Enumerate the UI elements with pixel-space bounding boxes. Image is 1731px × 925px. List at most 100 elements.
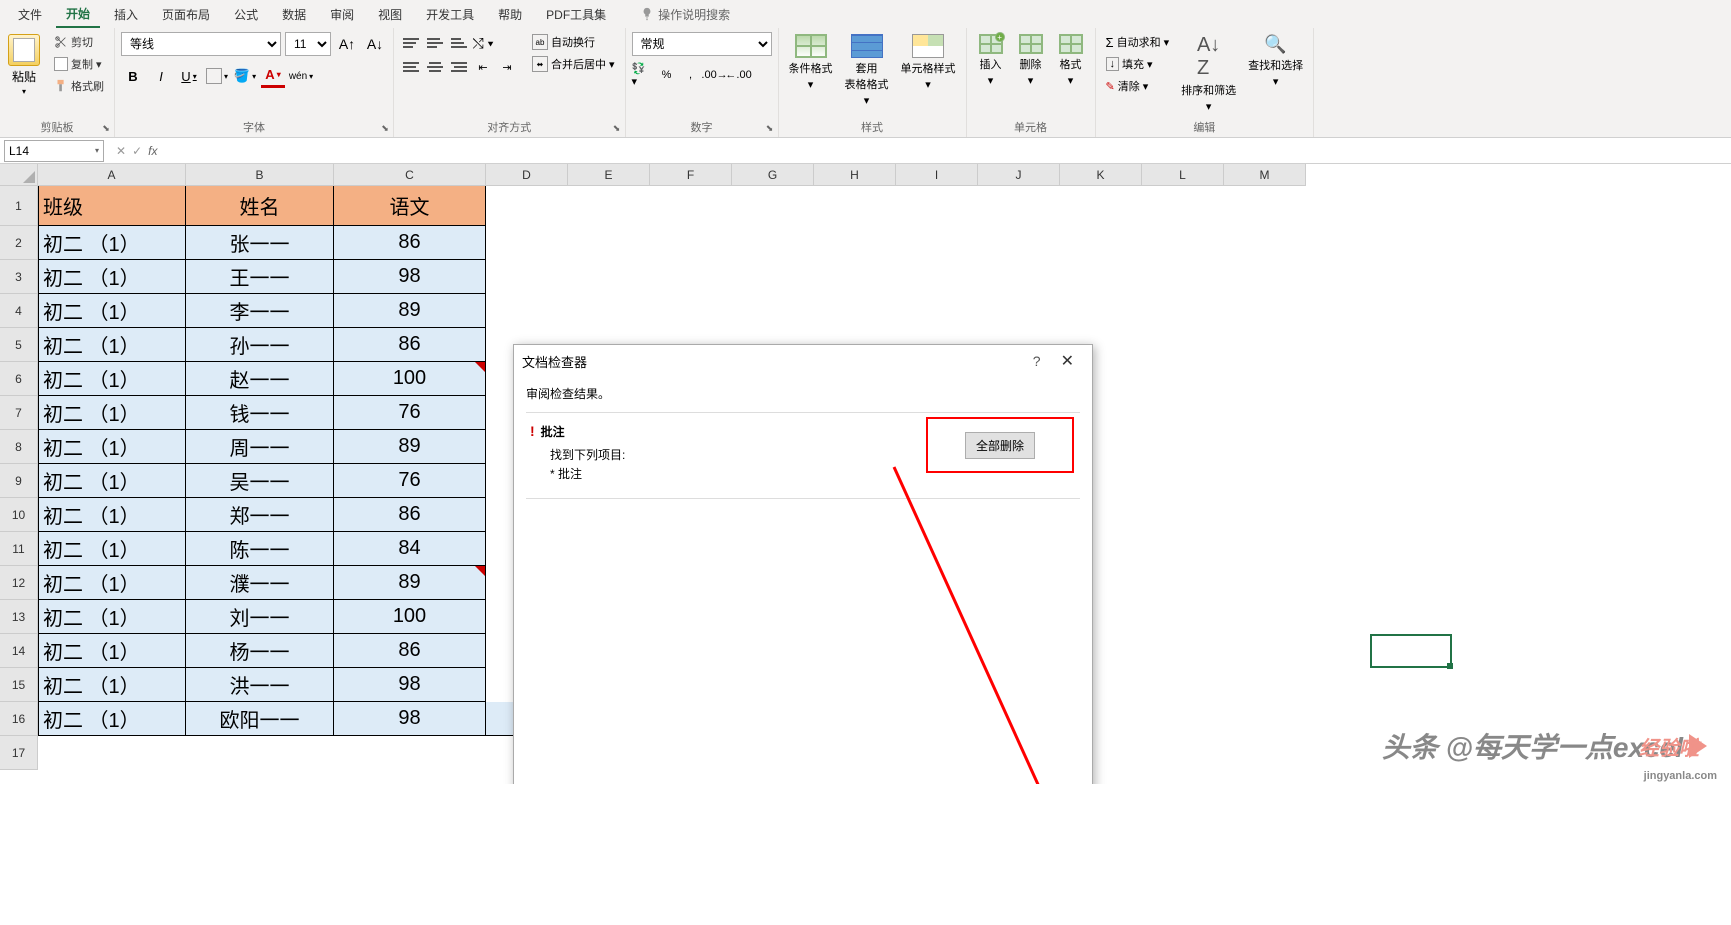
row-header[interactable]: 15 bbox=[0, 668, 38, 702]
row-header[interactable]: 11 bbox=[0, 532, 38, 566]
format-cells-button[interactable]: 格式▾ bbox=[1053, 32, 1089, 117]
row-header[interactable]: 17 bbox=[0, 736, 38, 770]
cell[interactable]: 84 bbox=[334, 532, 486, 566]
fx-icon[interactable]: fx bbox=[148, 144, 157, 158]
increase-indent-button[interactable]: ⇥ bbox=[496, 56, 518, 78]
row-header[interactable]: 4 bbox=[0, 294, 38, 328]
dialog-close-button[interactable]: ✕ bbox=[1051, 351, 1084, 371]
table-header-cell[interactable]: 姓名 bbox=[186, 186, 334, 226]
align-bottom-button[interactable] bbox=[448, 32, 470, 54]
cell[interactable]: 赵一一 bbox=[186, 362, 334, 396]
cell[interactable]: 初二 （1） bbox=[38, 362, 186, 396]
clear-button[interactable]: 清除 ▾ bbox=[1102, 76, 1174, 96]
cut-button[interactable]: 剪切 bbox=[50, 32, 108, 52]
row-header[interactable]: 7 bbox=[0, 396, 38, 430]
column-header[interactable]: L bbox=[1142, 164, 1224, 186]
menu-data[interactable]: 数据 bbox=[272, 2, 316, 27]
cell[interactable]: 初二 （1） bbox=[38, 634, 186, 668]
cell-styles-button[interactable]: 单元格样式▾ bbox=[897, 32, 960, 117]
column-header[interactable]: M bbox=[1224, 164, 1306, 186]
cell[interactable]: 王一一 bbox=[186, 260, 334, 294]
row-header[interactable]: 12 bbox=[0, 566, 38, 600]
insert-cells-button[interactable]: +插入▾ bbox=[973, 32, 1009, 117]
row-header[interactable]: 5 bbox=[0, 328, 38, 362]
menu-help[interactable]: 帮助 bbox=[488, 2, 532, 27]
column-header[interactable]: I bbox=[896, 164, 978, 186]
cell[interactable]: 刘一一 bbox=[186, 600, 334, 634]
cell[interactable]: 初二 （1） bbox=[38, 260, 186, 294]
alignment-dialog-launcher[interactable]: ⬊ bbox=[611, 123, 623, 135]
align-center-button[interactable] bbox=[424, 56, 446, 78]
column-header[interactable]: E bbox=[568, 164, 650, 186]
dialog-titlebar[interactable]: 文档检查器 ? ✕ bbox=[514, 345, 1092, 377]
cell[interactable]: 洪一一 bbox=[186, 668, 334, 702]
font-dialog-launcher[interactable]: ⬊ bbox=[379, 123, 391, 135]
font-name-select[interactable]: 等线 bbox=[121, 32, 281, 56]
border-button[interactable] bbox=[205, 64, 229, 88]
cell[interactable]: 初二 （1） bbox=[38, 566, 186, 600]
number-dialog-launcher[interactable]: ⬊ bbox=[764, 123, 776, 135]
format-as-table-button[interactable]: 套用 表格格式▾ bbox=[841, 32, 893, 117]
name-box[interactable]: L14▾ bbox=[4, 140, 104, 162]
cell[interactable]: 李一一 bbox=[186, 294, 334, 328]
italic-button[interactable]: I bbox=[149, 64, 173, 88]
clipboard-dialog-launcher[interactable]: ⬊ bbox=[100, 123, 112, 135]
menu-developer[interactable]: 开发工具 bbox=[416, 2, 484, 27]
font-size-select[interactable]: 11 bbox=[285, 32, 331, 56]
row-header[interactable]: 9 bbox=[0, 464, 38, 498]
accounting-format-button[interactable]: 💱 ▾ bbox=[632, 64, 654, 86]
align-top-button[interactable] bbox=[400, 32, 422, 54]
row-header[interactable]: 14 bbox=[0, 634, 38, 668]
column-header[interactable]: J bbox=[978, 164, 1060, 186]
cell[interactable]: 陈一一 bbox=[186, 532, 334, 566]
formula-input[interactable] bbox=[165, 140, 1731, 162]
cell[interactable]: 89 bbox=[334, 430, 486, 464]
column-header[interactable]: K bbox=[1060, 164, 1142, 186]
cell[interactable]: 钱一一 bbox=[186, 396, 334, 430]
cell[interactable]: 杨一一 bbox=[186, 634, 334, 668]
column-header[interactable]: F bbox=[650, 164, 732, 186]
cell[interactable]: 张一一 bbox=[186, 226, 334, 260]
cell[interactable]: 初二 （1） bbox=[38, 532, 186, 566]
cell[interactable]: 98 bbox=[334, 702, 486, 736]
table-header-cell[interactable]: 班级 bbox=[38, 186, 186, 226]
fill-color-button[interactable]: 🪣 bbox=[233, 64, 257, 88]
number-format-select[interactable]: 常规 bbox=[632, 32, 772, 56]
cell[interactable]: 89 bbox=[334, 566, 486, 600]
row-header[interactable]: 1 bbox=[0, 186, 38, 226]
decrease-decimal-button[interactable]: ←.00 bbox=[728, 64, 750, 86]
cell[interactable]: 初二 （1） bbox=[38, 464, 186, 498]
find-select-button[interactable]: 🔍查找和选择▾ bbox=[1244, 32, 1307, 117]
cell[interactable]: 吴一一 bbox=[186, 464, 334, 498]
menu-pdf[interactable]: PDF工具集 bbox=[536, 2, 616, 27]
cell[interactable]: 89 bbox=[334, 294, 486, 328]
row-header[interactable]: 13 bbox=[0, 600, 38, 634]
cell[interactable]: 98 bbox=[334, 668, 486, 702]
cell[interactable]: 100 bbox=[334, 600, 486, 634]
font-color-button[interactable]: A bbox=[261, 64, 285, 88]
row-header[interactable]: 2 bbox=[0, 226, 38, 260]
cell[interactable]: 初二 （1） bbox=[38, 294, 186, 328]
wrap-text-button[interactable]: ab自动换行 bbox=[528, 32, 619, 52]
cell[interactable]: 初二 （1） bbox=[38, 600, 186, 634]
cell[interactable]: 初二 （1） bbox=[38, 430, 186, 464]
increase-decimal-button[interactable]: .00→ bbox=[704, 64, 726, 86]
merge-center-button[interactable]: ⬌合并后居中 ▾ bbox=[528, 54, 619, 74]
column-header[interactable]: G bbox=[732, 164, 814, 186]
cell[interactable]: 100 bbox=[334, 362, 486, 396]
sort-filter-button[interactable]: A↓Z排序和筛选▾ bbox=[1177, 32, 1240, 117]
orientation-button[interactable]: ⤭ ▾ bbox=[472, 32, 494, 54]
phonetic-button[interactable]: wén bbox=[289, 64, 313, 88]
column-header[interactable]: A bbox=[38, 164, 186, 186]
enter-formula-button[interactable]: ✓ bbox=[132, 144, 142, 158]
column-header[interactable]: C bbox=[334, 164, 486, 186]
comma-button[interactable]: , bbox=[680, 64, 702, 86]
column-header[interactable]: D bbox=[486, 164, 568, 186]
cell[interactable]: 初二 （1） bbox=[38, 668, 186, 702]
decrease-font-button[interactable]: A↓ bbox=[363, 32, 387, 56]
bold-button[interactable]: B bbox=[121, 64, 145, 88]
row-header[interactable]: 8 bbox=[0, 430, 38, 464]
percent-button[interactable]: % bbox=[656, 64, 678, 86]
menu-home[interactable]: 开始 bbox=[56, 1, 100, 28]
cell[interactable]: 郑一一 bbox=[186, 498, 334, 532]
